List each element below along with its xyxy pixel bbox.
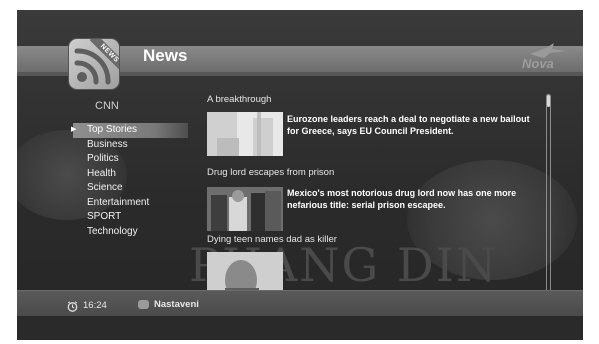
clock-icon	[67, 301, 78, 312]
category-sport[interactable]: SPORT	[73, 210, 188, 225]
category-label: SPORT	[87, 211, 122, 222]
category-science[interactable]: Science	[73, 181, 188, 196]
rss-icon	[74, 48, 111, 85]
bottom-area	[17, 316, 583, 340]
brand-logo: Nova	[518, 43, 578, 72]
news-item[interactable]: A breakthrough Eurozone leaders reach a …	[205, 94, 545, 160]
news-thumbnail	[207, 112, 283, 156]
news-headline: A breakthrough	[207, 94, 272, 105]
news-headline: Dying teen names dad as killer	[207, 234, 337, 245]
settings-label[interactable]: Nastaveni	[154, 299, 199, 310]
category-business[interactable]: Business	[73, 138, 188, 153]
category-label: Entertainment	[87, 196, 150, 208]
category-politics[interactable]: Politics	[73, 152, 188, 167]
page-title: News	[143, 46, 188, 65]
category-label: Science	[87, 182, 123, 193]
news-thumbnail	[207, 187, 283, 231]
clock-time: 16:24	[83, 300, 107, 311]
category-label: Technology	[87, 225, 138, 237]
category-label: Business	[87, 138, 128, 150]
category-label: Politics	[87, 153, 119, 164]
news-feed: A breakthrough Eurozone leaders reach a …	[205, 94, 545, 290]
category-health[interactable]: Health	[73, 167, 188, 182]
category-technology[interactable]: Technology	[73, 225, 188, 240]
tv-screen: PHANG DIN NEWS News Nova CNN ▶ Top Stori…	[17, 10, 583, 340]
news-summary: Mexico's most notorious drug lord now ha…	[287, 188, 517, 210]
category-label: Top Stories	[87, 124, 138, 135]
news-thumbnail	[207, 252, 283, 290]
scrollbar-thumb[interactable]	[547, 95, 550, 107]
category-label: Health	[87, 167, 116, 179]
settings-icon[interactable]	[138, 300, 149, 309]
scrollbar-track[interactable]	[546, 94, 551, 292]
selection-arrow-icon: ▶	[71, 126, 77, 133]
category-entertainment[interactable]: Entertainment	[73, 196, 188, 211]
news-summary: Eurozone leaders reach a deal to negotia…	[287, 114, 530, 136]
news-item[interactable]: Drug lord escapes from prison Mexico's m…	[205, 167, 545, 233]
news-item[interactable]: Dying teen names dad as killer	[205, 234, 545, 290]
news-headline: Drug lord escapes from prison	[207, 167, 335, 178]
category-menu: ▶ Top Stories Business Politics Health S…	[71, 123, 188, 240]
app-icon: NEWS	[69, 39, 119, 89]
brand-logo-text: Nova	[522, 56, 554, 71]
news-source-label: CNN	[95, 100, 119, 112]
category-top-stories[interactable]: ▶ Top Stories	[71, 123, 188, 138]
